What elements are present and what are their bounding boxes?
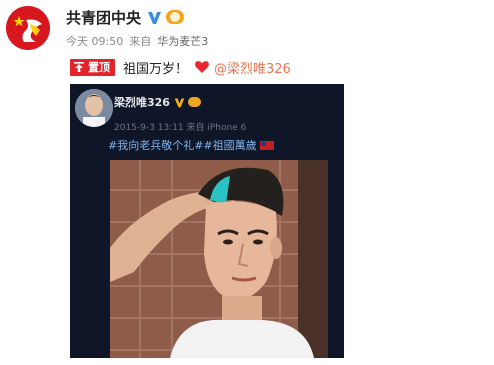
post-text-row: 置顶 祖国万岁！ @梁烈唯326 <box>70 57 291 77</box>
member-crown-icon[interactable] <box>166 10 185 24</box>
repost-meta: 2015-9-3 13:11 来自 iPhone 6 <box>114 123 247 133</box>
account-name[interactable]: 共青团中央 <box>66 7 141 28</box>
repost-author-avatar[interactable] <box>75 89 113 127</box>
account-avatar[interactable] <box>6 6 50 50</box>
post-header: 共青团中央 <box>66 6 185 28</box>
repost-text-row: #我向老兵敬个礼##祖國萬歲 <box>108 137 274 153</box>
red-heart-icon <box>195 61 209 73</box>
verified-v-icon <box>174 97 185 107</box>
youth-league-emblem-icon <box>6 6 50 50</box>
pinned-label: 置顶 <box>88 61 110 74</box>
verified-v-icon[interactable] <box>147 10 162 25</box>
repost-author-name[interactable]: 梁烈唯326 <box>114 94 170 110</box>
post-meta: 今天 09:50 来自 华为麦芒3 <box>66 33 208 49</box>
source-prefix: 来自 <box>129 35 152 48</box>
pin-top-icon <box>74 62 84 72</box>
repost-card[interactable]: 梁烈唯326 2015-9-3 13:11 来自 iPhone 6 #我向老兵敬… <box>70 84 344 358</box>
china-flag-icon <box>259 140 274 150</box>
member-crown-icon <box>187 97 201 107</box>
repost-author-row: 梁烈唯326 <box>114 94 201 110</box>
mention-link[interactable]: @梁烈唯326 <box>214 58 291 77</box>
repost-text[interactable]: #我向老兵敬个礼##祖國萬歲 <box>108 137 257 153</box>
salute-photo[interactable] <box>110 160 328 358</box>
post-text: 祖国万岁！ <box>123 61 189 77</box>
post-time[interactable]: 今天 09:50 <box>66 33 123 49</box>
pinned-badge: 置顶 <box>70 58 115 76</box>
post-source[interactable]: 华为麦芒3 <box>157 33 208 49</box>
